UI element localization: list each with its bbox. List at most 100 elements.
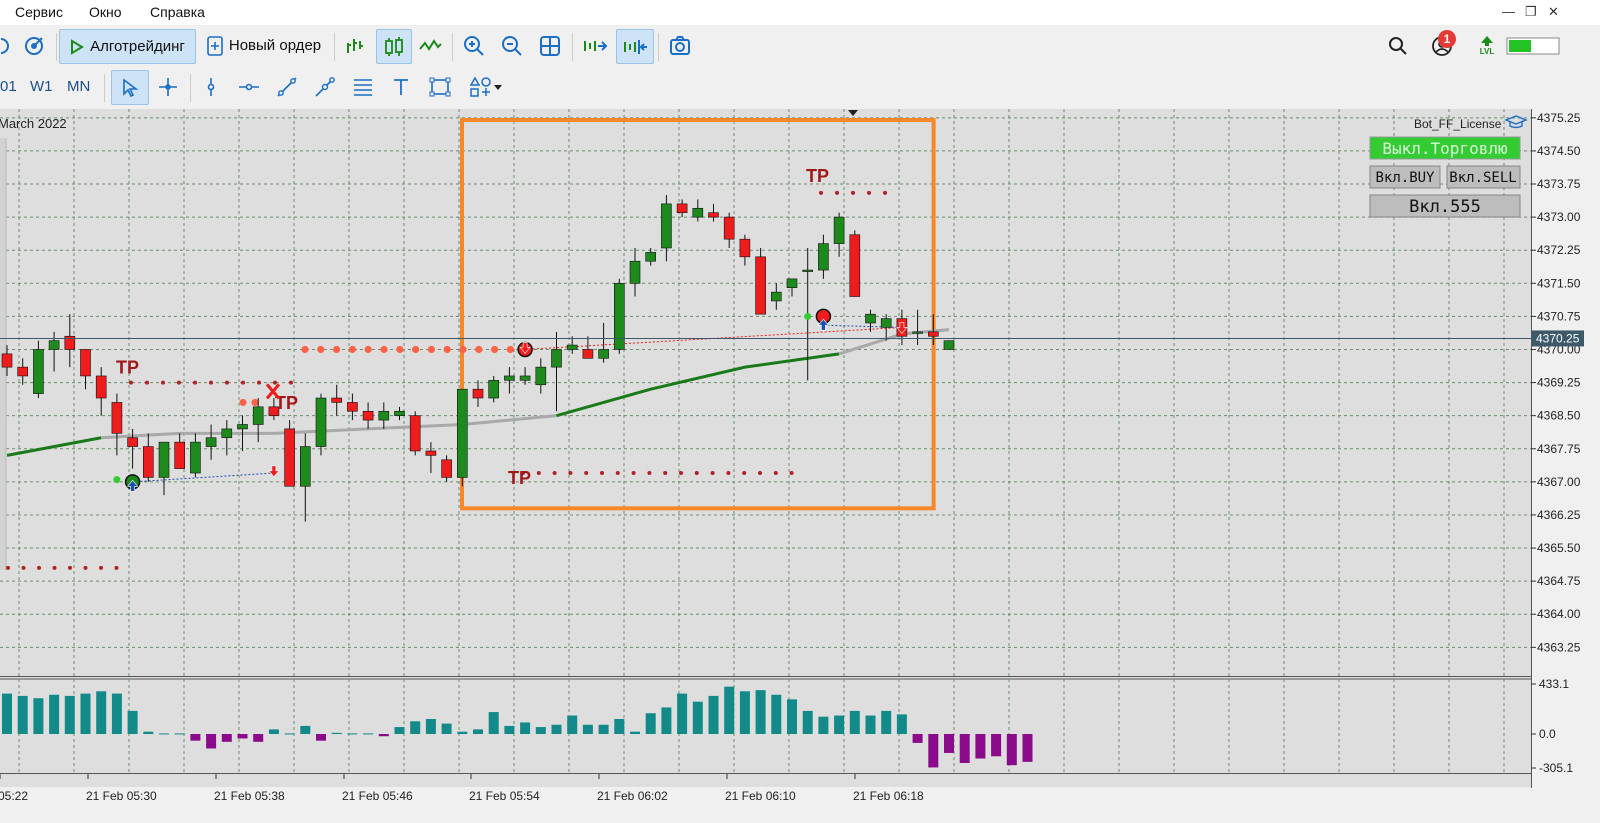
histogram-scale-label: -305.1 xyxy=(1539,761,1573,775)
histogram-bar xyxy=(425,718,436,734)
histogram-bar xyxy=(363,733,374,735)
new-order-label: Новый ордер xyxy=(228,37,322,54)
candle-body xyxy=(865,313,876,324)
histogram-bar xyxy=(49,694,60,734)
chart-shift-icon[interactable] xyxy=(616,29,654,64)
tp-dot xyxy=(52,565,57,570)
tp-dot xyxy=(333,345,341,354)
notification-badge: 1 xyxy=(1438,30,1456,48)
lvl-indicator[interactable]: LVL xyxy=(1474,29,1500,62)
menu-bar: Сервис Окно Справка — ❐ ✕ xyxy=(0,0,1600,25)
zoom-in-icon[interactable] xyxy=(458,29,490,62)
tp-label: TP xyxy=(116,358,139,378)
timeframe-d1[interactable]: 01 xyxy=(0,78,17,95)
minimize-icon[interactable]: — xyxy=(1502,4,1515,19)
histogram-bar xyxy=(221,734,232,742)
candle-body xyxy=(692,207,704,218)
channel-icon[interactable] xyxy=(310,70,340,103)
text-tool-icon[interactable] xyxy=(386,70,416,103)
screenshot-icon[interactable] xyxy=(664,29,696,62)
candle-body xyxy=(786,278,798,289)
candle-body xyxy=(362,410,374,421)
drawing-toolbar: 01 W1 MN xyxy=(0,68,1600,109)
candle-body xyxy=(488,380,500,399)
toggle-trading-button[interactable]: Выкл.Торговлю xyxy=(1369,136,1521,160)
buy-toggle-label: Вкл.BUY xyxy=(1375,170,1435,186)
histogram-bar xyxy=(2,693,12,734)
histogram-bar xyxy=(300,725,311,734)
histogram-scale-label: 433.1 xyxy=(1539,677,1569,691)
grid-icon[interactable] xyxy=(534,29,566,62)
candle-body xyxy=(739,238,751,258)
candle-body xyxy=(425,450,437,456)
histogram-bar xyxy=(912,734,923,743)
timeframe-mn[interactable]: MN xyxy=(67,78,90,95)
histogram-bar xyxy=(1006,734,1017,766)
horizontal-line-icon[interactable] xyxy=(234,70,264,103)
histogram-bar xyxy=(535,727,546,734)
zoom-out-icon[interactable] xyxy=(496,29,528,62)
candle-body xyxy=(551,349,562,368)
price-tick-label: 4375.25 xyxy=(1537,111,1581,125)
price-tick-label: 4367.00 xyxy=(1537,475,1581,489)
close-icon[interactable]: ✕ xyxy=(1548,4,1559,20)
candle-body xyxy=(394,410,405,416)
shapes-menu-button[interactable] xyxy=(462,70,510,103)
restore-icon[interactable]: ❐ xyxy=(1525,4,1537,20)
candle-body xyxy=(535,366,547,386)
account-button[interactable]: 1 xyxy=(1424,29,1460,62)
vertical-line-icon[interactable] xyxy=(196,70,226,103)
menu-window[interactable]: Окно xyxy=(89,4,122,20)
histogram-bar xyxy=(284,733,295,735)
connection-status[interactable] xyxy=(1505,29,1561,62)
histogram-bar xyxy=(708,695,719,734)
bar-chart-icon[interactable] xyxy=(339,29,371,62)
new-order-button[interactable]: Новый ордер xyxy=(200,29,328,62)
tp-dot xyxy=(241,380,245,385)
rectangle-tool-icon[interactable] xyxy=(424,70,456,103)
candle-body xyxy=(1,353,13,368)
magic-toggle-button[interactable]: Вкл.555 xyxy=(1369,194,1521,218)
candle-body xyxy=(143,446,154,478)
histogram-bar xyxy=(457,731,468,734)
menu-service[interactable]: Сервис xyxy=(15,4,63,20)
candle-body xyxy=(268,406,280,416)
chart-window[interactable]: March 2022 TP TP TP TP 4375.25 4374.50 4373.7… xyxy=(0,108,1600,823)
chart-date-label: March 2022 xyxy=(0,116,67,131)
menu-help[interactable]: Справка xyxy=(150,4,205,20)
crosshair-icon[interactable] xyxy=(153,70,183,103)
time-tick-label: 21 Feb 05:54 xyxy=(469,789,540,803)
price-chart[interactable]: March 2022 TPTPTPTP 4375.254374.504373.7… xyxy=(0,108,1600,823)
auto-scroll-icon[interactable] xyxy=(578,29,612,62)
candle-body xyxy=(252,406,264,425)
candle-body xyxy=(95,375,107,399)
tp-dot xyxy=(273,380,277,385)
histogram-bar xyxy=(959,734,970,763)
tp-dot xyxy=(129,380,133,385)
fibonacci-icon[interactable] xyxy=(348,70,378,103)
price-tick-label: 4367.75 xyxy=(1537,442,1581,456)
signal-dot xyxy=(113,476,121,484)
tp-dot xyxy=(459,345,467,354)
timeframe-w1[interactable]: W1 xyxy=(30,78,53,95)
sell-toggle-button[interactable]: Вкл.SELL xyxy=(1446,165,1521,189)
buy-toggle-button[interactable]: Вкл.BUY xyxy=(1369,165,1441,189)
algo-trading-button[interactable]: Алготрейдинг xyxy=(59,29,196,64)
line-chart-icon[interactable] xyxy=(414,29,446,62)
trendline-icon[interactable] xyxy=(272,70,302,103)
search-icon[interactable] xyxy=(1384,29,1412,62)
candle-body xyxy=(519,375,531,381)
signals-icon[interactable] xyxy=(20,29,48,62)
tp-dot xyxy=(475,345,483,354)
candlestick-icon[interactable] xyxy=(376,29,412,64)
play-icon xyxy=(71,38,85,55)
histogram-bar xyxy=(80,693,91,734)
candle-body xyxy=(237,424,248,430)
candle-body xyxy=(818,243,829,271)
partial-icon[interactable] xyxy=(0,29,14,62)
candle-body xyxy=(48,340,60,350)
histogram-bar xyxy=(159,733,169,735)
histogram-bar xyxy=(630,731,640,734)
tp-dot xyxy=(647,471,652,476)
cursor-icon[interactable] xyxy=(111,70,149,105)
